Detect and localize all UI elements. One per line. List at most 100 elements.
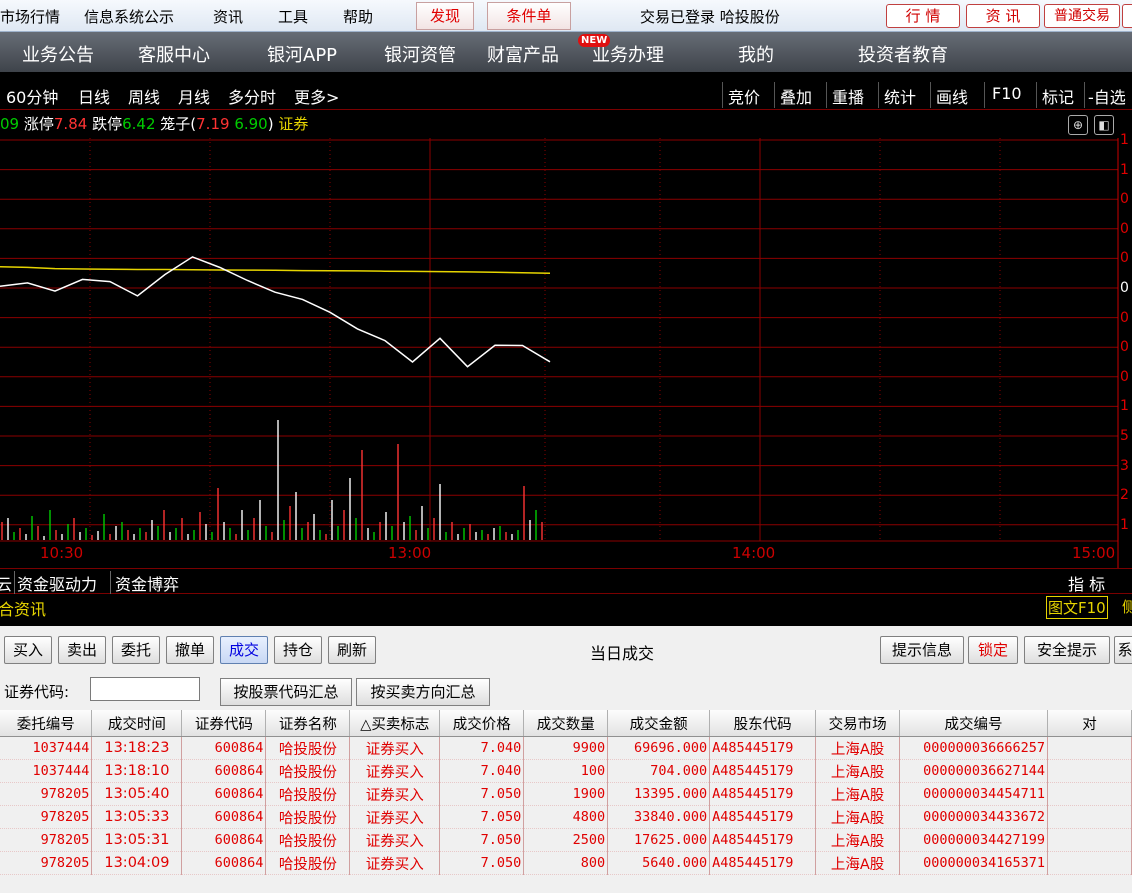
tool-mark[interactable]: 标记 — [1042, 84, 1074, 108]
period-60min[interactable]: 60分钟 — [6, 84, 58, 108]
side-button[interactable]: 侧 — [1122, 596, 1132, 617]
table-row[interactable]: 978205 13:05:31 600864 哈投股份 证券买入 7.050 2500 176… — [0, 828, 1132, 852]
tool-overlay[interactable]: 叠加 — [780, 84, 812, 108]
market-cell: 上海A股 — [815, 828, 901, 852]
stock-code-cell: 600864 — [181, 805, 267, 829]
layout-icon[interactable]: ◧ — [1094, 115, 1114, 135]
col-fill-time[interactable]: 成交时间 — [91, 710, 183, 737]
buy-button[interactable]: 买入 — [4, 636, 52, 664]
group-by-code-button[interactable]: 按股票代码汇总 — [220, 678, 352, 706]
stock-code-input[interactable] — [90, 677, 200, 701]
tab-capital-game[interactable]: 资金博弈 — [110, 571, 179, 595]
lock-button[interactable]: 锁定 — [968, 636, 1018, 664]
intraday-chart[interactable] — [0, 138, 1132, 568]
order-id-cell: 978205 — [0, 805, 93, 829]
menu-help[interactable]: 帮助 — [343, 6, 373, 27]
top-menu-bar: 市场行情 信息系统公示 资讯 工具 帮助 发现 条件单 交易已登录 哈投股份 行… — [0, 0, 1132, 32]
time-tick-1500: 15:00 — [1072, 544, 1116, 562]
security-tips-button[interactable]: 安全提示 — [1024, 636, 1110, 664]
menu-tools[interactable]: 工具 — [278, 6, 308, 27]
col-stock-code[interactable]: 证券代码 — [181, 710, 267, 737]
fill-qty-cell: 9900 — [523, 736, 609, 760]
indicator-button[interactable]: 指 标 — [1068, 571, 1105, 595]
nav-investor-education[interactable]: 投资者教育 — [858, 41, 948, 67]
period-more[interactable]: 更多> — [294, 84, 339, 108]
table-row[interactable]: 978205 13:05:33 600864 哈投股份 证券买入 7.050 4800 338… — [0, 805, 1132, 829]
col-stock-name[interactable]: 证券名称 — [265, 710, 351, 737]
tool-watchlist[interactable]: -自选 — [1088, 84, 1126, 108]
col-fill-qty[interactable]: 成交数量 — [523, 710, 609, 737]
table-row[interactable]: 978205 13:05:40 600864 哈投股份 证券买入 7.050 1900 133… — [0, 782, 1132, 806]
stock-code-cell: 600864 — [181, 759, 267, 783]
quote-button[interactable]: 行 情 — [886, 4, 960, 28]
period-month[interactable]: 月线 — [178, 84, 210, 108]
col-overflow[interactable]: 对 — [1047, 710, 1132, 737]
period-day[interactable]: 日线 — [78, 84, 110, 108]
normal-trade-button[interactable]: 普通交易 — [1044, 4, 1120, 28]
nav-business-notice[interactable]: 业务公告 — [22, 41, 94, 67]
nav-asset-mgmt[interactable]: 银河资管 — [384, 41, 456, 67]
side-cell: 证券买入 — [349, 828, 441, 852]
cancel-order-button[interactable]: 撤单 — [166, 636, 214, 664]
news-button[interactable]: 资 讯 — [966, 4, 1040, 28]
holder-code-cell: A485445179 — [709, 805, 817, 829]
news-tab[interactable]: 合资讯 — [0, 596, 46, 620]
position-button[interactable]: 持仓 — [274, 636, 322, 664]
table-row[interactable]: 978205 13:04:09 600864 哈投股份 证券买入 7.050 800 5640… — [0, 851, 1132, 875]
tool-drawing[interactable]: 画线 — [936, 84, 968, 108]
table-header: 委托编号 成交时间 证券代码 证券名称 △买卖标志 成交价格 成交数量 成交金额… — [0, 710, 1132, 737]
refresh-button[interactable]: 刷新 — [328, 636, 376, 664]
menu-info-disclosure[interactable]: 信息系统公示 — [84, 6, 174, 27]
nav-service-center[interactable]: 客服中心 — [138, 41, 210, 67]
tab-condition-order[interactable]: 条件单 — [487, 2, 571, 30]
col-fill-price[interactable]: 成交价格 — [439, 710, 525, 737]
fill-qty-cell: 2500 — [523, 828, 609, 852]
menu-market[interactable]: 市场行情 — [0, 6, 60, 27]
col-side[interactable]: △买卖标志 — [349, 710, 441, 737]
limit-down-value: 6.42 — [122, 115, 156, 133]
tips-button[interactable]: 提示信息 — [880, 636, 964, 664]
tool-auction[interactable]: 竞价 — [728, 84, 760, 108]
tab-discover[interactable]: 发现 — [416, 2, 474, 30]
sell-button[interactable]: 卖出 — [58, 636, 106, 664]
table-row[interactable]: 1037444 13:18:23 600864 哈投股份 证券买入 7.040 9900 69… — [0, 736, 1132, 760]
table-row[interactable]: 1037444 13:18:10 600864 哈投股份 证券买入 7.040 100 704… — [0, 759, 1132, 783]
tool-f10[interactable]: F10 — [992, 84, 1022, 103]
col-fill-id[interactable]: 成交编号 — [899, 710, 1049, 737]
cage-high: 7.19 — [196, 115, 230, 133]
tool-statistics[interactable]: 统计 — [884, 84, 916, 108]
group-by-direction-button[interactable]: 按买卖方向汇总 — [356, 678, 490, 706]
overflow-cell — [1047, 851, 1132, 875]
fill-time-cell: 13:18:10 — [91, 759, 183, 783]
fill-amount-cell: 5640.000 — [607, 851, 711, 875]
fill-amount-cell: 33840.000 — [607, 805, 711, 829]
col-market[interactable]: 交易市场 — [815, 710, 901, 737]
sector-label[interactable]: 证券 — [278, 115, 308, 133]
tab-capital-drive[interactable]: 资金驱动力 — [14, 571, 97, 595]
quote-info-line: 09 涨停7.84 跌停6.42 笼子(7.19 6.90) 证券 — [0, 113, 308, 137]
side-cell: 证券买入 — [349, 782, 441, 806]
menu-overflow-button[interactable] — [1122, 4, 1132, 28]
tuwen-f10-button[interactable]: 图文F10 — [1046, 596, 1108, 619]
tab-cloud[interactable]: 云 — [0, 571, 12, 595]
filled-button[interactable]: 成交 — [220, 636, 268, 664]
right-axis-tick: 3 — [1120, 457, 1129, 474]
nav-wealth-products[interactable]: 财富产品 — [487, 41, 559, 67]
nav-mine[interactable]: 我的 — [738, 41, 774, 67]
period-multi-intraday[interactable]: 多分时 — [228, 84, 276, 108]
col-order-id[interactable]: 委托编号 — [0, 710, 93, 737]
right-axis-tick: 1 — [1120, 398, 1129, 415]
tool-replay[interactable]: 重播 — [832, 84, 864, 108]
nav-app[interactable]: 银河APP — [267, 41, 337, 67]
fill-amount-cell: 69696.000 — [607, 736, 711, 760]
fill-id-cell: 000000034433672 — [899, 805, 1049, 829]
period-week[interactable]: 周线 — [128, 84, 160, 108]
order-id-cell: 978205 — [0, 782, 93, 806]
col-holder-code[interactable]: 股东代码 — [709, 710, 817, 737]
system-button[interactable]: 系 — [1114, 636, 1132, 664]
expand-icon[interactable]: ⊕ — [1068, 115, 1088, 135]
col-fill-amount[interactable]: 成交金额 — [607, 710, 711, 737]
stock-name-cell: 哈投股份 — [265, 805, 351, 829]
menu-news[interactable]: 资讯 — [213, 6, 243, 27]
order-button[interactable]: 委托 — [112, 636, 160, 664]
